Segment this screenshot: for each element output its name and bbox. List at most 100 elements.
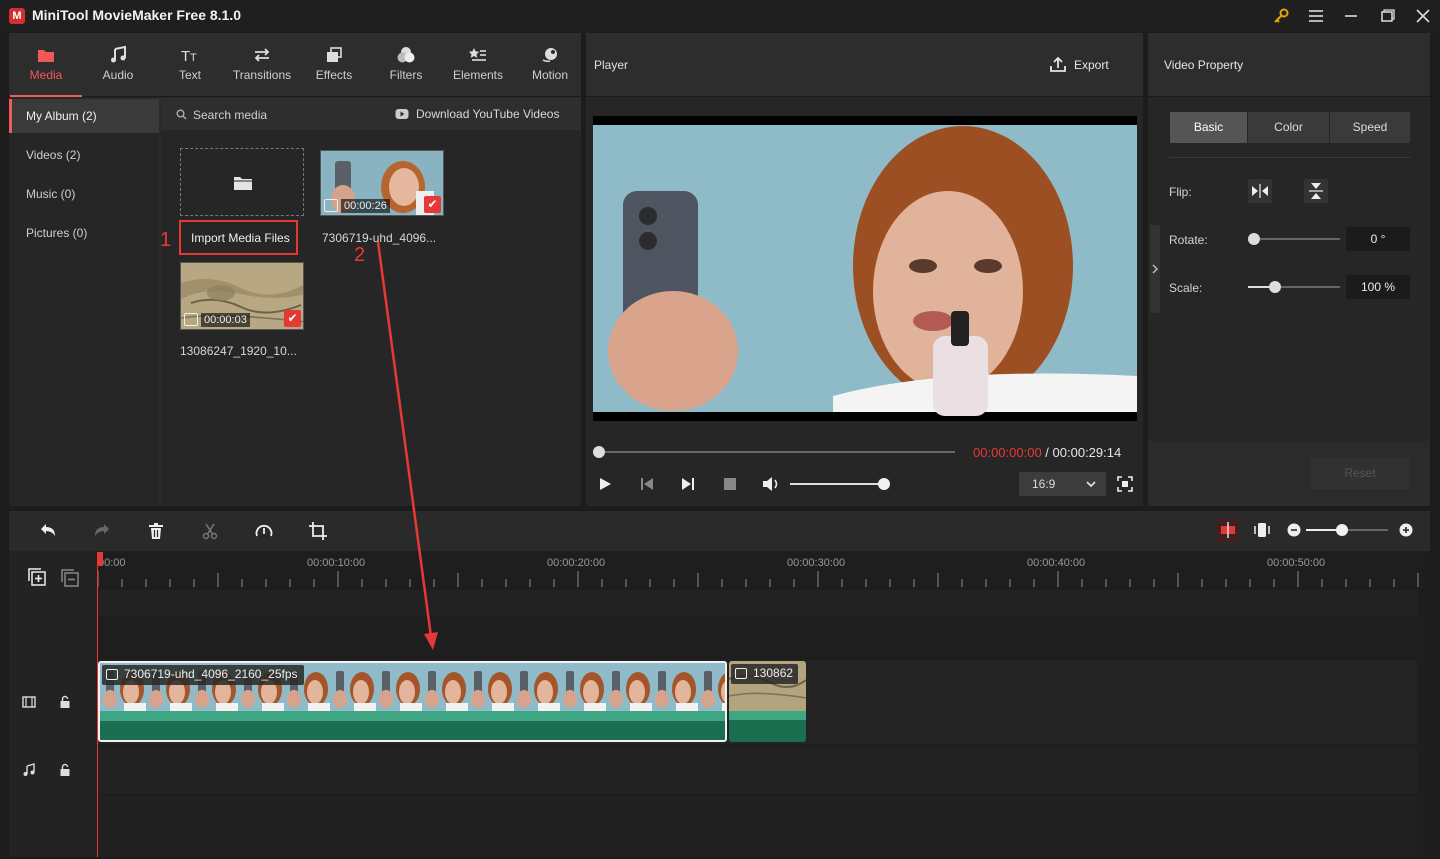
fullscreen-icon[interactable]: [1117, 476, 1133, 492]
tab-elements[interactable]: Elements: [442, 33, 514, 97]
rotate-slider-track[interactable]: [1254, 238, 1340, 240]
current-time: 00:00:00:00: [973, 445, 1042, 460]
tab-audio[interactable]: Audio: [82, 33, 154, 97]
film-icon: [106, 669, 118, 680]
media-toolbar: Media Audio TT Text Transitions Effects …: [9, 33, 581, 97]
scissors-icon[interactable]: [200, 521, 220, 541]
reset-button[interactable]: Reset: [1310, 458, 1410, 489]
checkmark-icon: ✔: [284, 310, 301, 327]
minimize-icon[interactable]: [1340, 6, 1362, 26]
timeline-clip-1[interactable]: 7306719-uhd_4096_2160_25fps: [98, 661, 727, 742]
album-item-videos[interactable]: Videos (2): [9, 138, 159, 172]
undo-icon[interactable]: [38, 521, 58, 541]
tab-filters[interactable]: Filters: [370, 33, 442, 97]
flip-vertical-icon[interactable]: [1304, 179, 1328, 203]
tab-effects[interactable]: Effects: [298, 33, 370, 97]
volume-knob[interactable]: [878, 478, 890, 490]
empty-track-row-2: [97, 796, 1417, 856]
zoom-in-icon[interactable]: [1399, 523, 1413, 537]
import-media-box[interactable]: [180, 148, 304, 216]
play-icon[interactable]: [597, 476, 613, 492]
time-separator: /: [1041, 445, 1053, 460]
video-1-duration: 00:00:26: [341, 199, 390, 213]
svg-text:T: T: [190, 52, 197, 64]
split-marker-icon[interactable]: [1216, 518, 1240, 542]
key-icon[interactable]: [1270, 6, 1292, 26]
playback-progress-track[interactable]: [599, 451, 955, 453]
export-button[interactable]: Export: [1074, 58, 1109, 72]
playhead-handle[interactable]: [97, 552, 103, 566]
redo-icon[interactable]: [92, 521, 112, 541]
tab-basic[interactable]: Basic: [1170, 112, 1247, 143]
zoom-out-icon[interactable]: [1287, 523, 1301, 537]
volume-track[interactable]: [790, 483, 884, 485]
volume-icon[interactable]: [761, 475, 781, 493]
zoom-slider-knob[interactable]: [1336, 524, 1348, 536]
aspect-ratio-select[interactable]: 16:9: [1019, 472, 1106, 496]
player-title: Player: [594, 58, 629, 72]
folder-icon: [233, 174, 253, 192]
media-item-video-2[interactable]: 00:00:03 ✔: [180, 262, 304, 330]
remove-track-icon[interactable]: [61, 569, 79, 587]
scale-slider-track[interactable]: [1275, 286, 1340, 288]
app-title: MiniTool MovieMaker Free 8.1.0: [32, 7, 242, 23]
tab-transitions[interactable]: Transitions: [226, 33, 298, 97]
media-icon: [36, 45, 56, 65]
rotate-slider-knob[interactable]: [1248, 233, 1260, 245]
filters-icon: [396, 45, 416, 65]
import-media-button[interactable]: Import Media Files: [191, 231, 290, 245]
album-item-pictures[interactable]: Pictures (0): [9, 216, 159, 250]
previous-frame-icon[interactable]: [639, 476, 655, 492]
aspect-ratio-value: 16:9: [1032, 477, 1056, 491]
timeline-ruler[interactable]: [97, 551, 1420, 591]
scale-slider-knob[interactable]: [1269, 281, 1281, 293]
flip-horizontal-icon[interactable]: [1248, 179, 1272, 203]
video-preview-frame: [593, 116, 1137, 421]
divider: [1169, 157, 1410, 158]
album-item-music[interactable]: Music (0): [9, 177, 159, 211]
search-input[interactable]: Search media: [193, 108, 267, 122]
tab-motion[interactable]: Motion: [514, 33, 586, 97]
tab-color[interactable]: Color: [1248, 112, 1329, 143]
add-track-icon[interactable]: [28, 568, 46, 586]
total-time: 00:00:29:14: [1052, 445, 1122, 460]
film-icon: [735, 668, 747, 679]
fit-timeline-icon[interactable]: [1252, 520, 1272, 540]
menu-icon[interactable]: [1305, 6, 1327, 26]
next-frame-icon[interactable]: [680, 476, 696, 492]
video-track-film-icon: [22, 695, 36, 709]
search-icon: [176, 109, 187, 120]
stop-icon[interactable]: [723, 477, 737, 491]
motion-icon: [540, 45, 560, 65]
tab-media[interactable]: Media: [10, 33, 82, 97]
media-item-video-1[interactable]: 00:00:26 ✔: [320, 150, 444, 216]
time-display: 00:00:00:00 / 00:00:29:14: [973, 445, 1121, 460]
close-icon[interactable]: [1412, 6, 1434, 26]
video-2-duration: 00:00:03: [201, 313, 250, 327]
tab-text[interactable]: TT Text: [154, 33, 226, 97]
scale-label: Scale:: [1169, 281, 1203, 295]
video-preview[interactable]: [593, 116, 1137, 421]
delete-icon[interactable]: [146, 521, 166, 541]
timeline-clip-2[interactable]: 130862: [729, 661, 806, 742]
audio-track-lock-icon[interactable]: [59, 763, 71, 777]
rotate-value-input[interactable]: 0 °: [1346, 227, 1410, 251]
zoom-slider-track[interactable]: [1342, 529, 1388, 531]
crop-icon[interactable]: [308, 521, 328, 541]
scale-value-input[interactable]: 100 %: [1346, 275, 1410, 299]
playback-progress-knob[interactable]: [593, 446, 605, 458]
tab-motion-label: Motion: [531, 68, 569, 82]
tab-speed[interactable]: Speed: [1330, 112, 1410, 143]
video-track-lock-icon[interactable]: [59, 695, 71, 709]
maximize-icon[interactable]: [1376, 6, 1398, 26]
tick-label-50: 00:00:50:00: [1267, 557, 1326, 569]
playhead-line[interactable]: [97, 553, 98, 857]
album-item-my-album[interactable]: My Album (2): [9, 99, 159, 133]
speed-icon[interactable]: [254, 521, 274, 541]
tab-text-label: Text: [178, 68, 201, 82]
download-youtube-link[interactable]: Download YouTube Videos: [416, 107, 559, 121]
checkmark-icon: ✔: [424, 196, 441, 213]
collapse-handle[interactable]: [1150, 225, 1160, 313]
film-icon: [324, 199, 338, 212]
property-panel: [1148, 33, 1430, 506]
